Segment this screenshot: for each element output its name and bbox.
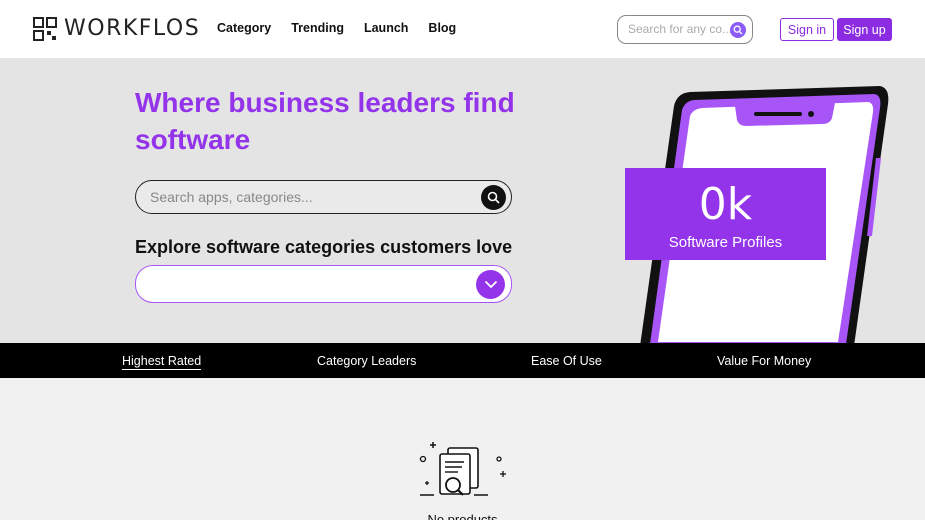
nav-launch[interactable]: Launch: [364, 21, 408, 35]
empty-message: No products: [427, 512, 498, 520]
category-select[interactable]: [135, 265, 512, 303]
stat-card: 0k Software Profiles: [625, 168, 826, 260]
stat-value: 0k: [698, 179, 753, 230]
tab-value-for-money[interactable]: Value For Money: [717, 354, 811, 368]
header-search-button[interactable]: [730, 22, 746, 38]
main-nav: Category Trending Launch Blog: [217, 21, 476, 35]
sign-in-button[interactable]: Sign in: [780, 18, 834, 41]
sign-up-button[interactable]: Sign up: [837, 18, 892, 41]
hero-search: [135, 180, 512, 214]
hero-section: Where business leaders find software Exp…: [0, 58, 925, 343]
logo-mark-icon: [33, 16, 57, 41]
header-search: [617, 15, 753, 44]
nav-category[interactable]: Category: [217, 21, 271, 35]
logo-text: WORKFLOS: [64, 16, 201, 41]
header-search-input[interactable]: [628, 22, 732, 36]
ranking-tabs: Highest Rated Category Leaders Ease Of U…: [0, 343, 925, 378]
stat-label: Software Profiles: [668, 234, 783, 251]
tab-highest-rated[interactable]: Highest Rated: [122, 354, 202, 370]
hero-search-input[interactable]: [150, 189, 470, 205]
explore-heading: Explore software categories customers lo…: [135, 237, 513, 257]
nav-blog[interactable]: Blog: [428, 21, 456, 35]
category-dropdown-button[interactable]: [476, 270, 505, 299]
nav-trending[interactable]: Trending: [291, 21, 344, 35]
search-icon: [733, 25, 743, 35]
hero-search-button[interactable]: [481, 185, 506, 210]
logo[interactable]: WORKFLOS: [33, 16, 200, 41]
hero-headline: Where business leaders find software: [135, 87, 515, 155]
document-search-icon: [419, 442, 506, 496]
tab-ease-of-use[interactable]: Ease Of Use: [531, 354, 602, 368]
top-header: WORKFLOS Category Trending Launch Blog S…: [0, 0, 925, 58]
empty-state: No products: [0, 378, 925, 520]
tab-category-leaders[interactable]: Category Leaders: [317, 354, 416, 368]
chevron-down-icon: [484, 280, 497, 289]
search-icon: [487, 191, 500, 204]
